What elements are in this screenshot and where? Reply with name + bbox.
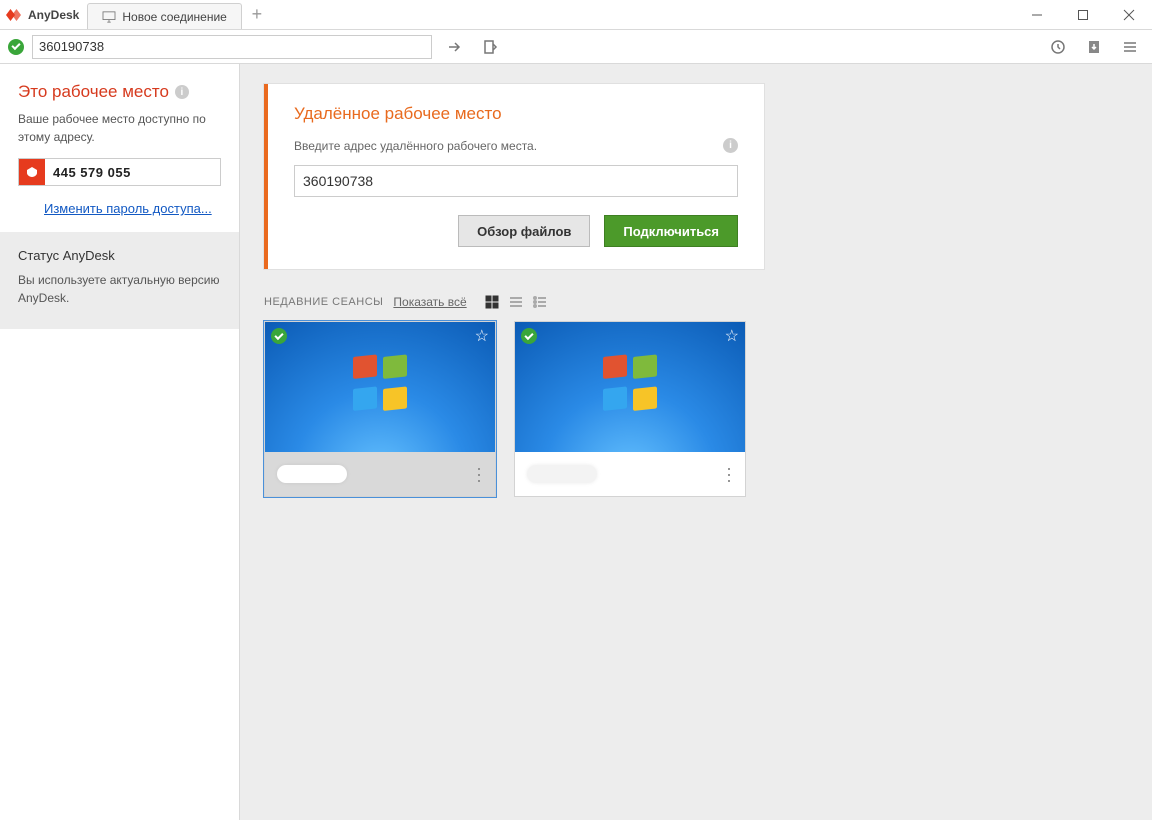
recent-label: НЕДАВНИЕ СЕАНСЫ — [264, 296, 383, 308]
workstation-heading-text: Это рабочее место — [18, 82, 169, 102]
tab-label: Новое соединение — [122, 10, 227, 24]
anydesk-logo-icon — [6, 6, 24, 24]
install-button[interactable] — [1080, 33, 1108, 61]
remote-hint: Введите адрес удалённого рабочего места. — [294, 139, 537, 153]
own-address: 445 579 055 — [45, 165, 139, 180]
windows-logo-icon — [603, 356, 657, 410]
info-icon[interactable]: i — [175, 85, 189, 99]
online-status-icon — [271, 328, 287, 344]
tile-menu-button[interactable]: ⋯ — [468, 466, 489, 483]
sidebar-workstation-heading: Это рабочее место i — [18, 82, 221, 102]
connect-button[interactable]: Подключиться — [604, 215, 738, 247]
close-button[interactable] — [1106, 0, 1152, 29]
recent-header: НЕДАВНИЕ СЕАНСЫ Показать всё — [264, 293, 1128, 311]
remote-button-row: Обзор файлов Подключиться — [294, 215, 738, 247]
tile-name-redacted — [527, 465, 597, 483]
session-tile[interactable]: ☆ ⋯ — [514, 321, 746, 497]
workstation-desc: Ваше рабочее место доступно по этому адр… — [18, 110, 221, 146]
session-thumbnail: ☆ — [265, 322, 495, 452]
monitor-icon — [102, 11, 116, 23]
address-badge-icon — [19, 159, 45, 185]
online-status-icon — [521, 328, 537, 344]
address-input[interactable] — [32, 35, 432, 59]
view-list-button[interactable] — [507, 293, 525, 311]
remote-card: Удалённое рабочее место Введите адрес уд… — [264, 84, 764, 269]
tab-new-connection[interactable]: Новое соединение — [87, 3, 242, 29]
status-heading: Статус AnyDesk — [18, 248, 221, 263]
new-tab-button[interactable]: + — [242, 0, 272, 29]
tile-caption: ⋯ — [265, 452, 495, 496]
view-grid-button[interactable] — [483, 293, 501, 311]
go-button[interactable] — [440, 33, 468, 61]
remote-heading: Удалённое рабочее место — [294, 104, 738, 124]
tile-caption: ⋯ — [515, 452, 745, 496]
change-password-link[interactable]: Изменить пароль доступа... — [44, 200, 221, 218]
favorite-icon[interactable]: ☆ — [475, 326, 489, 346]
tile-menu-button[interactable]: ⋯ — [718, 466, 739, 483]
connection-status-icon — [8, 39, 24, 55]
sidebar: Это рабочее место i Ваше рабочее место д… — [0, 64, 240, 820]
info-icon[interactable]: i — [723, 138, 738, 153]
status-desc: Вы используете актуальную версию AnyDesk… — [18, 271, 221, 307]
view-detail-button[interactable] — [531, 293, 549, 311]
recent-tiles: ☆ ⋯ ☆ ⋯ — [264, 321, 1128, 497]
titlebar: AnyDesk Новое соединение + — [0, 0, 1152, 30]
sidebar-status: Статус AnyDesk Вы используете актуальную… — [0, 232, 239, 329]
own-address-box[interactable]: 445 579 055 — [18, 158, 221, 186]
body: Это рабочее место i Ваше рабочее место д… — [0, 64, 1152, 820]
favorite-icon[interactable]: ☆ — [725, 326, 739, 346]
session-tile[interactable]: ☆ ⋯ — [264, 321, 496, 497]
minimize-button[interactable] — [1014, 0, 1060, 29]
remote-hint-row: Введите адрес удалённого рабочего места.… — [294, 138, 738, 153]
browse-files-button[interactable]: Обзор файлов — [458, 215, 590, 247]
show-all-link[interactable]: Показать всё — [393, 295, 466, 309]
main: Удалённое рабочее место Введите адрес уд… — [240, 64, 1152, 820]
history-button[interactable] — [1044, 33, 1072, 61]
brand-label: AnyDesk — [28, 8, 79, 22]
session-thumbnail: ☆ — [515, 322, 745, 452]
toolbar — [0, 30, 1152, 64]
file-transfer-button[interactable] — [476, 33, 504, 61]
maximize-button[interactable] — [1060, 0, 1106, 29]
sidebar-workstation: Это рабочее место i Ваше рабочее место д… — [0, 64, 239, 232]
remote-address-input[interactable] — [294, 165, 738, 197]
menu-button[interactable] — [1116, 33, 1144, 61]
brand: AnyDesk — [0, 0, 87, 29]
tile-name-redacted — [277, 465, 347, 483]
view-modes — [483, 293, 549, 311]
windows-logo-icon — [353, 356, 407, 410]
